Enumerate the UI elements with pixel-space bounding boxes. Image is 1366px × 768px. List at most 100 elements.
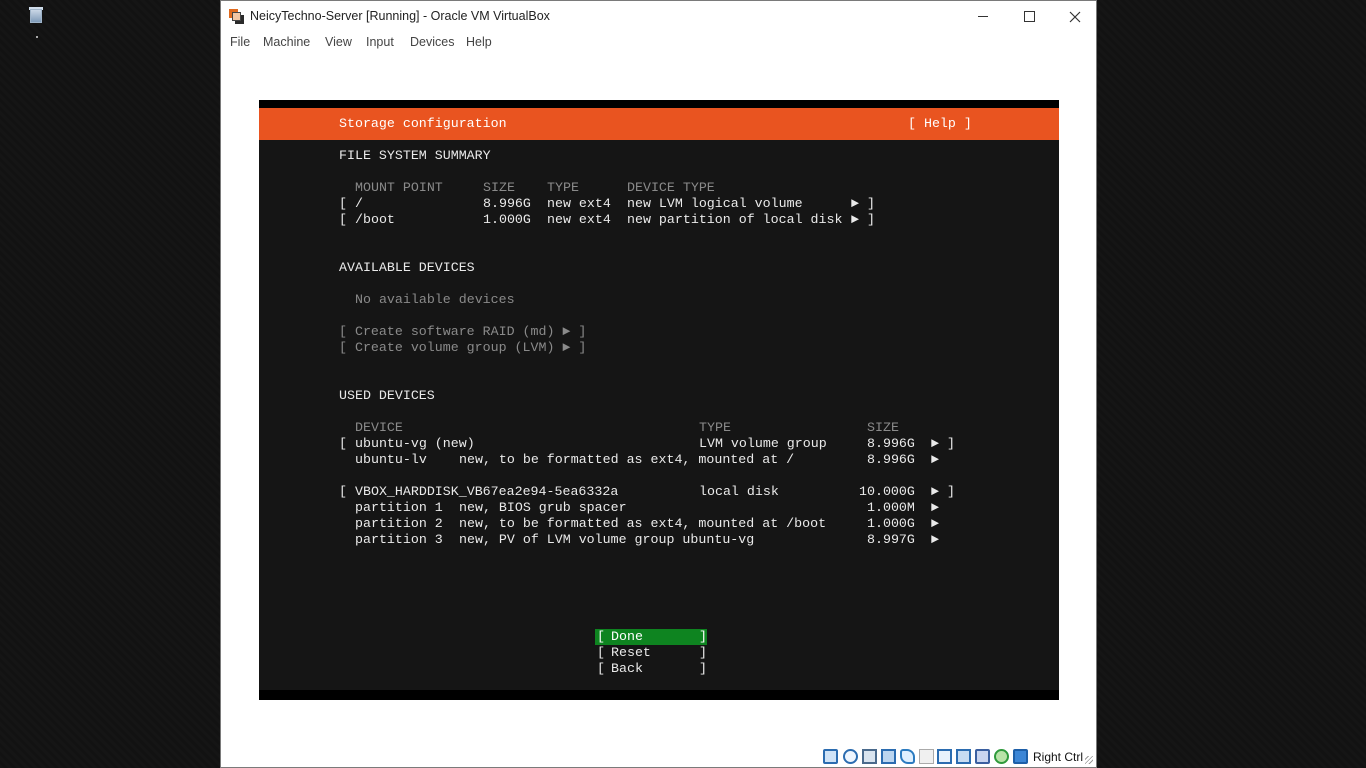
child-size: 1.000M [867, 500, 915, 515]
row-close-bracket: ] [867, 212, 875, 227]
used-col-device: DEVICE [355, 420, 403, 435]
resize-grip-icon[interactable] [1085, 756, 1093, 764]
fs-size: 8.996G [483, 196, 531, 211]
fs-col-mount: MOUNT POINT [355, 180, 443, 195]
menu-help[interactable]: Help [466, 35, 492, 49]
expand-arrow-icon: ► [851, 196, 859, 211]
child-desc: new, to be formatted as ext4, mounted at… [459, 516, 827, 531]
fs-device-type: new LVM logical volume [627, 196, 803, 211]
menu-input[interactable]: Input [366, 35, 394, 49]
create-volume-group-button[interactable]: [ Create volume group (LVM) ► ] [339, 340, 586, 356]
available-heading: AVAILABLE DEVICES [339, 260, 475, 275]
close-icon [1069, 11, 1081, 22]
device-size: 10.000G [859, 484, 915, 499]
menu-devices[interactable]: Devices [410, 35, 454, 49]
expand-arrow-icon: ► [931, 436, 939, 451]
fs-col-device-type: DEVICE TYPE [627, 180, 715, 195]
virtualbox-window: NeicyTechno-Server [Running] - Oracle VM… [220, 0, 1097, 768]
row-close-bracket: ] [867, 196, 875, 211]
vm-display[interactable]: Storage configuration [ Help ] FILE SYST… [221, 53, 1096, 746]
child-desc: new, BIOS grub spacer [459, 500, 627, 515]
used-col-type: TYPE [699, 420, 731, 435]
device-name: VBOX_HARDDISK_VB67ea2e94-5ea6332a [355, 484, 619, 499]
menu-file[interactable]: File [230, 35, 250, 49]
row-open-bracket: [ [339, 212, 347, 227]
row-open-bracket: [ [339, 484, 347, 499]
shared-folders-icon[interactable] [919, 749, 934, 764]
fs-device-type: new partition of local disk [627, 212, 843, 227]
help-button[interactable]: [ Help ] [908, 116, 972, 132]
usb-icon[interactable] [900, 749, 915, 764]
child-name: partition 2 [355, 516, 443, 531]
button-open-bracket: [ [597, 645, 605, 660]
fs-col-type: TYPE [547, 180, 579, 195]
fs-size: 1.000G [483, 212, 531, 227]
expand-arrow-icon: ► [931, 532, 939, 547]
back-label: Back [611, 661, 643, 676]
button-close-bracket: ] [699, 661, 707, 676]
device-type: LVM volume group [699, 436, 827, 451]
child-desc: new, to be formatted as ext4, mounted at… [459, 452, 795, 467]
row-close-bracket: ] [947, 484, 955, 499]
child-size: 1.000G [867, 516, 915, 531]
recording-icon[interactable] [956, 749, 971, 764]
hard-disk-icon[interactable] [823, 749, 838, 764]
page-title: Storage configuration [339, 116, 507, 131]
menu-bar: File Machine View Input Devices Help [221, 32, 1096, 53]
fs-type: new ext4 [547, 196, 611, 211]
done-label: Done [611, 629, 643, 644]
child-size: 8.997G [867, 532, 915, 547]
fs-mount: / [355, 196, 363, 211]
cpu-virtualization-icon[interactable] [975, 749, 990, 764]
desktop-marker [36, 36, 38, 38]
device-type: local disk [699, 484, 779, 499]
button-open-bracket: [ [597, 629, 605, 644]
expand-arrow-icon: ► [931, 500, 939, 515]
host-key-label: Right Ctrl [1033, 750, 1084, 764]
fs-mount: /boot [355, 212, 395, 227]
maximize-icon [1023, 11, 1035, 22]
expand-arrow-icon: ► [851, 212, 859, 227]
row-close-bracket: ] [947, 436, 955, 451]
display-icon[interactable] [937, 749, 952, 764]
keyboard-capture-icon[interactable] [1013, 749, 1028, 764]
fs-col-size: SIZE [483, 180, 515, 195]
button-close-bracket: ] [699, 629, 707, 644]
device-size: 8.996G [867, 436, 915, 451]
button-open-bracket: [ [597, 661, 605, 676]
child-name: partition 1 [355, 500, 443, 515]
child-desc: new, PV of LVM volume group ubuntu-vg [459, 532, 755, 547]
vm-screen[interactable]: Storage configuration [ Help ] FILE SYST… [259, 100, 1059, 700]
maximize-button[interactable] [1006, 1, 1052, 32]
title-bar[interactable]: NeicyTechno-Server [Running] - Oracle VM… [221, 1, 1096, 32]
minimize-icon [978, 16, 988, 17]
fs-type: new ext4 [547, 212, 611, 227]
create-raid-button[interactable]: [ Create software RAID (md) ► ] [339, 324, 586, 340]
device-name: ubuntu-vg (new) [355, 436, 475, 451]
fs-summary-heading: FILE SYSTEM SUMMARY [339, 148, 491, 163]
expand-arrow-icon: ► [931, 484, 939, 499]
done-button[interactable]: [ Done ] [595, 629, 707, 645]
status-bar: Right Ctrl [221, 746, 1096, 767]
no-devices-text: No available devices [355, 292, 515, 307]
window-title: NeicyTechno-Server [Running] - Oracle VM… [250, 9, 550, 23]
close-button[interactable] [1052, 1, 1098, 32]
menu-view[interactable]: View [325, 35, 352, 49]
audio-icon[interactable] [862, 749, 877, 764]
menu-machine[interactable]: Machine [263, 35, 310, 49]
mouse-integration-icon[interactable] [994, 749, 1009, 764]
child-size: 8.996G [867, 452, 915, 467]
reset-label: Reset [611, 645, 651, 660]
row-open-bracket: [ [339, 196, 347, 211]
expand-arrow-icon: ► [931, 452, 939, 467]
used-col-size: SIZE [867, 420, 899, 435]
child-name: ubuntu-lv [355, 452, 427, 467]
used-heading: USED DEVICES [339, 388, 435, 403]
recycle-bin-icon[interactable] [28, 6, 44, 24]
minimize-button[interactable] [960, 1, 1006, 32]
optical-drive-icon[interactable] [843, 749, 858, 764]
child-name: partition 3 [355, 532, 443, 547]
network-icon[interactable] [881, 749, 896, 764]
expand-arrow-icon: ► [931, 516, 939, 531]
installer-header: Storage configuration [ Help ] [259, 108, 1059, 140]
